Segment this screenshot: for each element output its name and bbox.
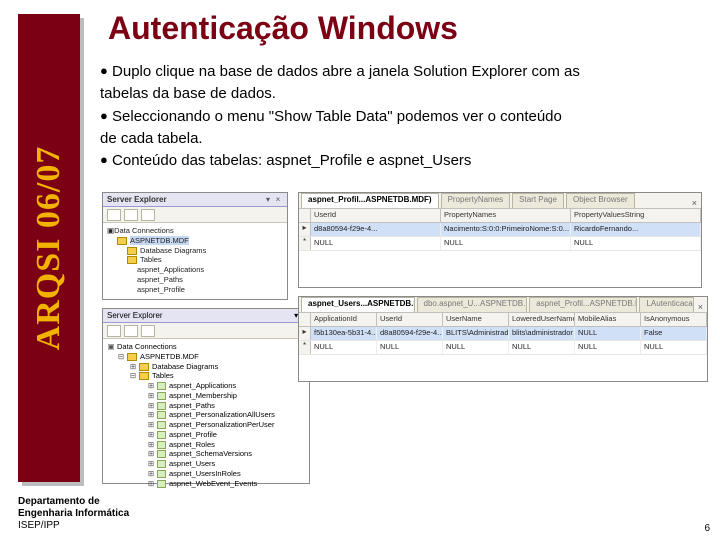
data-grid-profile: aspnet_Profil...ASPNETDB.MDF) PropertyNa… bbox=[298, 192, 702, 288]
tree-node[interactable]: aspnet_SchemaVersions bbox=[169, 449, 252, 458]
screenshot-area: Server Explorer ▾× ▣Data Connections ASP… bbox=[102, 192, 708, 484]
tab[interactable]: PropertyNames bbox=[441, 193, 511, 208]
footer-line: Engenharia Informática bbox=[18, 508, 129, 520]
tree-node[interactable]: ASPNETDB.MDF bbox=[140, 352, 199, 361]
tree-node[interactable]: aspnet_Profile bbox=[137, 285, 185, 294]
column-header[interactable]: PropertyValuesString bbox=[571, 209, 701, 222]
cell[interactable]: BLITS\Administrador bbox=[443, 327, 509, 340]
server-explorer-panel: Server Explorer ▾× ▣Data Connections ASP… bbox=[102, 192, 288, 300]
tab[interactable]: aspnet_Users...ASPNETDB.MDF) bbox=[301, 297, 415, 312]
bullet-text: Seleccionando o menu "Show Table Data" p… bbox=[112, 108, 562, 125]
cell[interactable]: NULL bbox=[575, 341, 641, 354]
cell[interactable]: NULL bbox=[311, 237, 441, 250]
bullet-text: de cada tabela. bbox=[100, 130, 203, 147]
cell[interactable]: NULL bbox=[443, 341, 509, 354]
tree-node[interactable]: aspnet_Users bbox=[169, 459, 215, 468]
tree-node[interactable]: aspnet_PersonalizationAllUsers bbox=[169, 410, 275, 419]
tab[interactable]: Start Page bbox=[512, 193, 564, 208]
panel-title: Server Explorer bbox=[107, 195, 167, 204]
page-number: 6 bbox=[704, 523, 710, 534]
data-grid-users: aspnet_Users...ASPNETDB.MDF) dbo.aspnet_… bbox=[298, 296, 708, 382]
cell[interactable]: NULL bbox=[441, 237, 571, 250]
tree-node[interactable]: aspnet_Applications bbox=[137, 265, 204, 274]
tree-node[interactable]: Database Diagrams bbox=[140, 246, 206, 255]
tab[interactable]: dbo.aspnet_U...ASPNETDB.MDF) bbox=[417, 297, 528, 312]
cell[interactable]: NULL bbox=[311, 341, 377, 354]
tree-node[interactable]: aspnet_Profile bbox=[169, 430, 217, 439]
bullet-text: Conteúdo das tabelas: aspnet_Profile e a… bbox=[112, 152, 471, 169]
tab[interactable]: aspnet_Profil...ASPNETDB.MDF) bbox=[301, 193, 439, 208]
cell[interactable]: blits\administrador bbox=[509, 327, 575, 340]
footer: Departamento de Engenharia Informática I… bbox=[18, 496, 129, 532]
cell[interactable]: NULL bbox=[575, 327, 641, 340]
tree-node[interactable]: Data Connections bbox=[117, 342, 177, 351]
cell[interactable]: f5b130ea-5b31-4... bbox=[311, 327, 377, 340]
tree-node[interactable]: aspnet_Applications bbox=[169, 381, 236, 390]
toolbar-button[interactable] bbox=[124, 209, 138, 221]
column-header[interactable]: LoweredUserName bbox=[509, 313, 575, 326]
cell[interactable]: NULL bbox=[377, 341, 443, 354]
cell[interactable]: RicardoFernando... bbox=[571, 223, 701, 236]
tree-node[interactable]: ASPNETDB.MDF bbox=[130, 236, 189, 245]
cell[interactable]: NULL bbox=[641, 341, 707, 354]
close-icon[interactable]: × bbox=[694, 302, 707, 312]
tab[interactable]: LAutenticacao bbox=[639, 297, 693, 312]
sidebar-label: ARQSI 06/07 bbox=[30, 146, 68, 351]
column-header[interactable]: UserId bbox=[377, 313, 443, 326]
toolbar-button[interactable] bbox=[107, 325, 121, 337]
column-header[interactable]: UserId bbox=[311, 209, 441, 222]
tree-node[interactable]: aspnet_Paths bbox=[169, 401, 215, 410]
tree-node[interactable]: aspnet_Membership bbox=[169, 391, 237, 400]
column-header[interactable]: UserName bbox=[443, 313, 509, 326]
toolbar-button[interactable] bbox=[124, 325, 138, 337]
column-header[interactable]: MobileAlias bbox=[575, 313, 641, 326]
cell[interactable]: d8a80594-f29e-4... bbox=[377, 327, 443, 340]
cell[interactable]: Nacimento:S:0:0:PrimeiroNome:S:0... bbox=[441, 223, 571, 236]
toolbar-button[interactable] bbox=[107, 209, 121, 221]
cell[interactable]: False bbox=[641, 327, 707, 340]
tree-node[interactable]: Database Diagrams bbox=[152, 362, 218, 371]
bullet-list: ● Duplo clique na base de dados abre a j… bbox=[100, 62, 700, 173]
toolbar-button[interactable] bbox=[141, 325, 155, 337]
panel-title: Server Explorer bbox=[107, 311, 163, 320]
server-explorer-panel: Server Explorer ▾ × ▣Data Connections ⊟A… bbox=[102, 308, 310, 484]
column-header[interactable]: IsAnonymous bbox=[641, 313, 707, 326]
cell[interactable]: NULL bbox=[509, 341, 575, 354]
footer-line: ISEP/IPP bbox=[18, 520, 129, 532]
cell[interactable]: d8a80594-f29e-4... bbox=[311, 223, 441, 236]
slide-title: Autenticação Windows bbox=[108, 10, 458, 47]
tree-node[interactable]: Data Connections bbox=[114, 226, 174, 235]
footer-line: Departamento de bbox=[18, 496, 129, 508]
tree-node[interactable]: aspnet_WebEvent_Events bbox=[169, 479, 257, 488]
tree-node[interactable]: aspnet_Roles bbox=[169, 440, 215, 449]
toolbar-button[interactable] bbox=[141, 209, 155, 221]
tree-node[interactable]: aspnet_Paths bbox=[137, 275, 183, 284]
bullet-text: Duplo clique na base de dados abre a jan… bbox=[112, 63, 580, 80]
pin-icon[interactable]: ▾ bbox=[263, 195, 273, 204]
tree-node[interactable]: aspnet_UsersInRoles bbox=[169, 469, 241, 478]
tree-node[interactable]: Tables bbox=[152, 371, 174, 380]
tab[interactable]: aspnet_Profil...ASPNETDB.MDF) bbox=[529, 297, 637, 312]
column-header[interactable]: PropertyNames bbox=[441, 209, 571, 222]
tree-node[interactable]: aspnet_PersonalizationPerUser bbox=[169, 420, 274, 429]
tab[interactable]: Object Browser bbox=[566, 193, 635, 208]
column-header[interactable]: ApplicationId bbox=[311, 313, 377, 326]
tree-node[interactable]: Tables bbox=[140, 255, 162, 264]
bullet-text: tabelas da base de dados. bbox=[100, 85, 276, 102]
close-icon[interactable]: × bbox=[273, 195, 283, 204]
cell[interactable]: NULL bbox=[571, 237, 701, 250]
sidebar-band: ARQSI 06/07 bbox=[18, 14, 80, 482]
close-icon[interactable]: × bbox=[688, 198, 701, 208]
